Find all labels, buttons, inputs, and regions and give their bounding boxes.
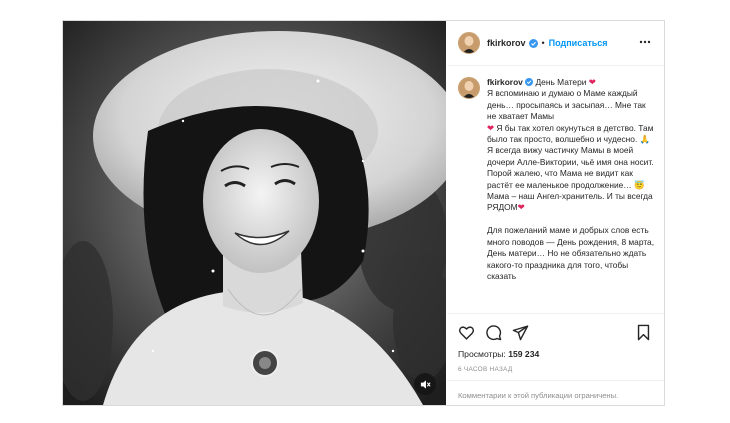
- verified-badge-icon: [525, 78, 534, 86]
- caption-line-5: Для пожеланий маме и добрых слов есть мн…: [487, 225, 655, 281]
- instagram-post: fkirkorov • Подписаться fkirkorov День М…: [62, 20, 665, 406]
- views-label: Просмотры:: [458, 349, 506, 359]
- volume-off-icon: [420, 379, 431, 389]
- caption-username[interactable]: fkirkorov: [487, 77, 523, 87]
- heart-emoji-icon: ❤: [487, 122, 495, 133]
- post-video[interactable]: [63, 21, 446, 405]
- avatar-image: [459, 78, 479, 98]
- caption-line-3: Я всегда вижу частичку Мамы в моей дочер…: [487, 145, 654, 190]
- like-heart-icon[interactable]: [458, 324, 475, 341]
- bookmark-icon[interactable]: [635, 324, 652, 341]
- caption-line-1: Я вспоминаю и думаю о Маме каждый день… …: [487, 88, 646, 122]
- mute-button[interactable]: [414, 373, 436, 395]
- comments-disabled-text: Комментарии к этой публикации ограничены…: [458, 391, 619, 400]
- portrait-image: [63, 21, 446, 405]
- post-actions: Просмотры: 159 234 6 часов назад Коммент…: [447, 313, 664, 406]
- post-author-username[interactable]: fkirkorov: [487, 38, 526, 48]
- heart-emoji-icon: ❤: [517, 202, 525, 213]
- angel-emoji-icon: 😇: [634, 179, 645, 190]
- post-header: fkirkorov • Подписаться: [447, 21, 664, 66]
- comment-icon[interactable]: [485, 324, 502, 341]
- caption-text: fkirkorov День Матери ❤ Я вспоминаю и ду…: [487, 77, 657, 313]
- pray-emoji-icon: 🙏: [639, 134, 651, 145]
- heart-emoji-icon: ❤: [588, 77, 596, 87]
- separator-dot: •: [541, 38, 545, 48]
- views-count: Просмотры: 159 234: [458, 349, 539, 359]
- caption-title: День Матери: [535, 77, 587, 87]
- caption-line-4: Мама – наш Ангел-хранитель. И ты всегда …: [487, 191, 653, 213]
- follow-button[interactable]: Подписаться: [549, 38, 608, 48]
- more-horizontal-icon[interactable]: [638, 35, 652, 49]
- caption-line-2: Я бы так хотел окунуться в детство. Там …: [487, 122, 654, 145]
- post-sidebar: fkirkorov • Подписаться fkirkorov День М…: [447, 21, 664, 405]
- verified-badge-icon: [528, 38, 538, 48]
- avatar-image: [459, 33, 479, 53]
- views-value: 159 234: [508, 349, 540, 359]
- caption-avatar[interactable]: [458, 77, 480, 99]
- post-caption: fkirkorov День Матери ❤ Я вспоминаю и ду…: [458, 77, 658, 313]
- comments-area: Комментарии к этой публикации ограничены…: [447, 380, 664, 407]
- share-icon[interactable]: [512, 324, 529, 341]
- avatar[interactable]: [458, 32, 480, 54]
- post-timestamp[interactable]: 6 часов назад: [458, 366, 513, 373]
